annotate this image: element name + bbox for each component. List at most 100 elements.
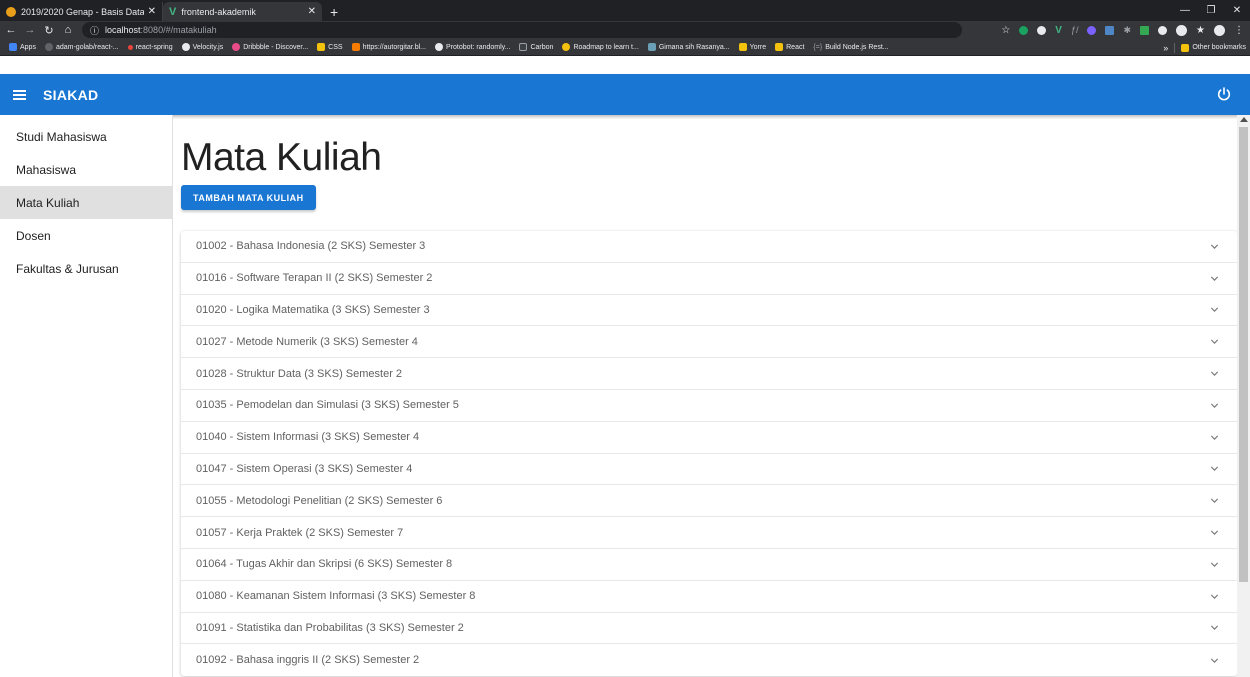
course-panel-label: 01016 - Software Terapan II (2 SKS) Seme… [196, 272, 433, 285]
bookmark-label: adam-golab/react-... [55, 43, 119, 51]
close-icon[interactable]: ✕ [308, 6, 316, 17]
profile-avatar-icon[interactable] [1214, 24, 1225, 36]
new-tab-button[interactable]: + [330, 2, 338, 21]
extension-icon[interactable]: ★ [1196, 25, 1205, 36]
chevron-down-icon [1210, 562, 1219, 567]
bookmarks-overflow-button[interactable]: » [1163, 43, 1168, 53]
minimize-icon[interactable]: — [1172, 5, 1198, 16]
app-toolbar: SIAKAD [0, 74, 1250, 115]
dribbble-icon [232, 43, 241, 51]
course-panel-label: 01091 - Statistika dan Probabilitas (3 S… [196, 621, 464, 634]
moodle-favicon-icon [6, 6, 16, 17]
other-bookmarks-folder[interactable]: Other bookmarks [1181, 43, 1246, 52]
scrollbar-thumb[interactable] [1239, 127, 1248, 582]
sidebar-item-mata-kuliah[interactable]: Mata Kuliah [0, 186, 172, 219]
bookmark-favicon-icon [127, 44, 133, 50]
app-title: SIAKAD [43, 86, 99, 103]
info-icon[interactable]: ⓘ [90, 24, 99, 37]
bookmarks-right: » Other bookmarks [1163, 39, 1246, 56]
bookmark-apps[interactable]: Apps [9, 43, 36, 51]
sidebar-item-dosen[interactable]: Dosen [0, 219, 172, 252]
url-host: localhost [105, 25, 141, 35]
extension-icon[interactable] [1158, 25, 1168, 35]
extension-icon[interactable] [1019, 25, 1029, 35]
page-scrollbar[interactable] [1237, 115, 1250, 677]
bookmark-item[interactable]: Dribbble - Discover... [232, 43, 308, 51]
hamburger-menu-icon[interactable] [13, 89, 26, 100]
star-icon[interactable]: ☆ [1001, 25, 1010, 36]
chevron-down-icon [1210, 244, 1219, 249]
bookmark-folder[interactable]: React [775, 43, 804, 51]
chevron-down-icon [1210, 371, 1219, 377]
course-panel-header[interactable]: 01027 - Metode Numerik (3 SKS) Semester … [181, 326, 1237, 359]
globe-icon [435, 43, 444, 51]
course-expansion-panels: 01002 - Bahasa Indonesia (2 SKS) Semeste… [181, 231, 1237, 677]
extension-icon[interactable] [1087, 25, 1097, 35]
chevron-down-icon [1210, 530, 1219, 536]
power-icon[interactable] [1216, 86, 1232, 102]
course-panel-header[interactable]: 01047 - Sistem Operasi (3 SKS) Semester … [181, 454, 1237, 486]
bookmark-item[interactable]: react-spring [127, 44, 173, 51]
sidebar-item-mahasiswa[interactable]: Mahasiswa [0, 153, 172, 186]
forward-arrow-icon[interactable]: → [22, 24, 38, 36]
chevron-down-icon [1210, 435, 1219, 440]
bookmark-item[interactable]: https://autorgitar.bl... [351, 43, 426, 51]
course-panel-header[interactable]: 01040 - Sistem Informasi (3 SKS) Semeste… [181, 422, 1237, 454]
apps-grid-icon [9, 43, 17, 51]
course-panel-header[interactable]: 01002 - Bahasa Indonesia (2 SKS) Semeste… [181, 231, 1237, 263]
folder-icon [775, 43, 784, 51]
bookmark-label: React [786, 43, 805, 51]
url-input[interactable]: ⓘ localhost:8080/#/matakuliah [82, 22, 962, 38]
browser-tab-basis-data[interactable]: 2019/2020 Genap - Basis Data 2 ✕ [0, 2, 163, 21]
chevron-down-icon [1210, 658, 1219, 663]
extension-icon[interactable] [1176, 24, 1188, 36]
reload-icon[interactable]: ↻ [41, 24, 57, 37]
extension-icon[interactable] [1105, 25, 1115, 35]
extension-icon[interactable] [1037, 25, 1047, 35]
extension-icon[interactable]: ƒ/ [1071, 25, 1079, 35]
course-panel-header[interactable]: 01035 - Pemodelan dan Simulasi (3 SKS) S… [181, 390, 1237, 422]
course-panel-label: 01040 - Sistem Informasi (3 SKS) Semeste… [196, 431, 420, 444]
course-panel-header[interactable]: 01064 - Tugas Akhir dan Skripsi (6 SKS) … [181, 549, 1237, 581]
add-course-button[interactable]: TAMBAH MATA KULIAH [181, 185, 316, 210]
bookmark-item[interactable]: {=} Build Node.js Rest... [813, 44, 888, 51]
bookmark-item[interactable]: Roadmap to learn t... [562, 43, 639, 51]
course-panel-label: 01055 - Metodologi Penelitian (2 SKS) Se… [196, 494, 443, 507]
close-window-icon[interactable]: ✕ [1224, 5, 1250, 16]
braces-icon: {=} [813, 43, 823, 51]
course-panel-header[interactable]: 01080 - Keamanan Sistem Informasi (3 SKS… [181, 581, 1237, 613]
folder-icon [317, 43, 326, 51]
course-panel-header[interactable]: 01092 - Bahasa inggris II (2 SKS) Semest… [181, 644, 1237, 676]
bookmark-item[interactable]: Velocity.js [181, 43, 223, 51]
bookmark-item[interactable]: Carbon [519, 43, 553, 51]
scroll-up-arrow-icon[interactable] [1240, 117, 1248, 122]
course-panel-header[interactable]: 01028 - Struktur Data (3 SKS) Semester 2 [181, 358, 1237, 390]
chevron-down-icon [1210, 403, 1219, 408]
home-icon[interactable]: ⌂ [60, 24, 76, 36]
browser-address-bar: ← → ↻ ⌂ ⓘ localhost:8080/#/matakuliah ☆ … [0, 21, 1250, 39]
sidebar-item-fakultas-jurusan[interactable]: Fakultas & Jurusan [0, 252, 172, 285]
maximize-icon[interactable]: ❐ [1198, 5, 1224, 16]
extension-icon[interactable]: ✱ [1123, 25, 1131, 36]
course-panel-header[interactable]: 01020 - Logika Matematika (3 SKS) Semest… [181, 295, 1237, 327]
browser-tab-frontend-akademik[interactable]: V frontend-akademik ✕ [163, 2, 322, 21]
bookmark-folder[interactable]: CSS [317, 43, 343, 51]
course-panel-header[interactable]: 01055 - Metodologi Penelitian (2 SKS) Se… [181, 485, 1237, 518]
vue-devtools-icon[interactable]: V [1055, 25, 1062, 36]
sidebar-item-studi-mahasiswa[interactable]: Studi Mahasiswa [0, 120, 172, 153]
back-arrow-icon[interactable]: ← [3, 24, 19, 36]
bookmark-item[interactable]: adam-golab/react-... [44, 43, 119, 51]
browser-menu-icon[interactable]: ⋮ [1234, 25, 1244, 36]
bookmark-label: CSS [328, 43, 343, 51]
course-panel-header[interactable]: 01091 - Statistika dan Probabilitas (3 S… [181, 613, 1237, 645]
course-panel-label: 01028 - Struktur Data (3 SKS) Semester 2 [196, 367, 403, 380]
close-icon[interactable]: ✕ [148, 6, 156, 17]
bookmark-item[interactable]: Protobot: randomly... [435, 43, 510, 51]
course-panel-header[interactable]: 01057 - Kerja Praktek (2 SKS) Semester 7 [181, 517, 1237, 549]
extension-icon[interactable] [1140, 25, 1150, 35]
bookmark-favicon-icon [562, 43, 571, 51]
bookmark-item[interactable]: Gimana sih Rasanya... [647, 43, 730, 51]
bookmark-folder[interactable]: Yorre [738, 43, 766, 51]
course-panel-header[interactable]: 01016 - Software Terapan II (2 SKS) Seme… [181, 263, 1237, 295]
course-panel-label: 01047 - Sistem Operasi (3 SKS) Semester … [196, 462, 413, 475]
